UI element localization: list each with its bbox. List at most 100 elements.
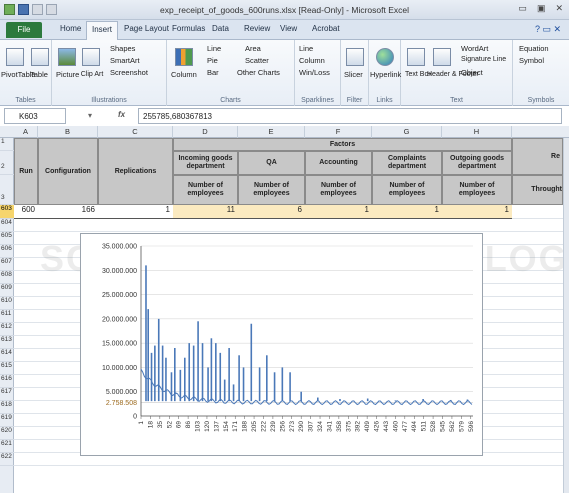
slicer-button[interactable]: Slicer <box>344 70 363 79</box>
other-charts-button[interactable]: Other Charts <box>237 68 280 77</box>
row-header[interactable]: 612 <box>0 323 14 336</box>
clipart-button[interactable]: Clip Art <box>80 70 104 79</box>
bar-chart-button[interactable]: Bar <box>207 68 219 77</box>
chevron-down-icon[interactable]: ▾ <box>88 111 92 120</box>
tab-home[interactable]: Home <box>60 24 81 33</box>
row-header[interactable]: 616 <box>0 375 14 388</box>
group-label-sparklines: Sparklines <box>301 97 334 104</box>
row-header[interactable]: 3 <box>0 175 14 205</box>
x-tick-label: 494 <box>411 421 418 432</box>
cell-replications[interactable]: 1 <box>98 205 173 219</box>
row-header[interactable]: 608 <box>0 271 14 284</box>
sparkline-line-button[interactable]: Line <box>299 44 313 53</box>
row-header[interactable]: 613 <box>0 336 14 349</box>
row-header[interactable]: 622 <box>0 453 14 466</box>
row-header[interactable]: 611 <box>0 310 14 323</box>
formula-input[interactable]: 255785,680367813 <box>138 108 562 124</box>
column-header-g[interactable]: G <box>372 126 442 138</box>
cell-employees[interactable]: 6 <box>238 205 305 219</box>
header-footer-icon[interactable] <box>433 48 451 66</box>
wordart-button[interactable]: WordArt <box>461 44 488 53</box>
row-header[interactable]: 604 <box>0 219 14 232</box>
column-header-h[interactable]: H <box>442 126 512 138</box>
column-chart-icon[interactable] <box>175 48 193 66</box>
tab-file[interactable]: File <box>6 22 42 38</box>
hyperlink-button[interactable]: Hyperlink <box>370 70 401 79</box>
help-icon[interactable]: ? ▭ ✕ <box>535 24 561 35</box>
insert-function-icon[interactable]: fx <box>118 110 125 119</box>
row-header[interactable]: 606 <box>0 245 14 258</box>
row-header[interactable]: 621 <box>0 440 14 453</box>
equation-button[interactable]: Equation <box>519 44 549 53</box>
textbox-button[interactable]: Text Box <box>405 70 432 79</box>
tab-insert[interactable]: Insert <box>86 21 119 40</box>
pivottable-icon[interactable] <box>6 48 24 66</box>
row-header[interactable]: 614 <box>0 349 14 362</box>
tab-review[interactable]: Review <box>244 24 270 33</box>
smartart-button[interactable]: SmartArt <box>110 56 140 65</box>
header-footer-button[interactable]: Header & Footer <box>427 70 479 79</box>
row-header-selected[interactable]: 603 <box>0 205 14 219</box>
tab-data[interactable]: Data <box>212 24 229 33</box>
cell-employees[interactable]: 1 <box>372 205 442 219</box>
column-header-c[interactable]: C <box>98 126 173 138</box>
column-chart-button[interactable]: Column <box>171 70 197 79</box>
tab-formulas[interactable]: Formulas <box>172 24 205 33</box>
cell-run[interactable]: 600 <box>14 205 38 219</box>
row-header[interactable]: 609 <box>0 284 14 297</box>
column-header-f[interactable]: F <box>305 126 372 138</box>
table-button[interactable]: Table <box>30 70 48 79</box>
close-icon[interactable]: ✕ <box>555 3 563 14</box>
table-icon[interactable] <box>31 48 49 66</box>
sparkline-column-button[interactable]: Column <box>299 56 325 65</box>
picture-icon[interactable] <box>58 48 76 66</box>
row-header[interactable]: 620 <box>0 427 14 440</box>
tab-page-layout[interactable]: Page Layout <box>124 24 169 33</box>
cell-configuration[interactable]: 166 <box>38 205 98 219</box>
signature-line-button[interactable]: Signature Line <box>461 56 506 63</box>
row-header[interactable]: 618 <box>0 401 14 414</box>
clipart-icon[interactable] <box>82 48 100 66</box>
pie-chart-button[interactable]: Pie <box>207 56 218 65</box>
cell-employees[interactable]: 1 <box>442 205 512 219</box>
restore-icon[interactable]: ▣ <box>537 3 546 14</box>
row-header[interactable]: 619 <box>0 414 14 427</box>
tab-acrobat[interactable]: Acrobat <box>312 24 340 33</box>
vertical-scrollbar[interactable] <box>563 138 569 493</box>
line-chart-button[interactable]: Line <box>207 44 221 53</box>
tab-view[interactable]: View <box>280 24 297 33</box>
minimize-icon[interactable]: ▭ <box>518 3 527 14</box>
group-label-illustrations: Illustrations <box>91 97 127 104</box>
row-header[interactable]: 2 <box>0 151 14 175</box>
column-header-d[interactable]: D <box>173 126 238 138</box>
column-header-e[interactable]: E <box>238 126 305 138</box>
column-header-a[interactable]: A <box>14 126 38 138</box>
cell-employees[interactable]: 11 <box>173 205 238 219</box>
symbol-button[interactable]: Symbol <box>519 56 544 65</box>
textbox-icon[interactable] <box>407 48 425 66</box>
y-tick-label: 20.000.000 <box>102 316 137 323</box>
row-header[interactable]: 607 <box>0 258 14 271</box>
slicer-icon[interactable] <box>346 48 364 66</box>
ribbon: PivotTable Table Tables Picture Clip Art… <box>0 40 569 106</box>
column-header-b[interactable]: B <box>38 126 98 138</box>
row-header[interactable]: 610 <box>0 297 14 310</box>
hyperlink-icon[interactable] <box>376 48 394 66</box>
cell-employees[interactable]: 1 <box>305 205 372 219</box>
row-header[interactable]: 1 <box>0 138 14 151</box>
scatter-chart-button[interactable]: Scatter <box>245 56 269 65</box>
object-button[interactable]: Object <box>461 68 483 77</box>
screenshot-button[interactable]: Screenshot <box>110 68 148 77</box>
name-box[interactable]: K603 <box>4 108 66 124</box>
picture-button[interactable]: Picture <box>56 70 79 79</box>
row-header[interactable]: 605 <box>0 232 14 245</box>
employees-subheader: Number of employees <box>238 175 305 205</box>
row-header[interactable]: 617 <box>0 388 14 401</box>
embedded-chart[interactable]: 0 5.000.000 10.000.000 15.000.000 20.000.000… <box>80 233 483 456</box>
x-tick-label: 171 <box>232 421 239 432</box>
area-chart-button[interactable]: Area <box>245 44 261 53</box>
replications-header: Replications <box>98 138 173 205</box>
row-header[interactable]: 615 <box>0 362 14 375</box>
sparkline-winloss-button[interactable]: Win/Loss <box>299 68 330 77</box>
shapes-button[interactable]: Shapes <box>110 44 135 53</box>
